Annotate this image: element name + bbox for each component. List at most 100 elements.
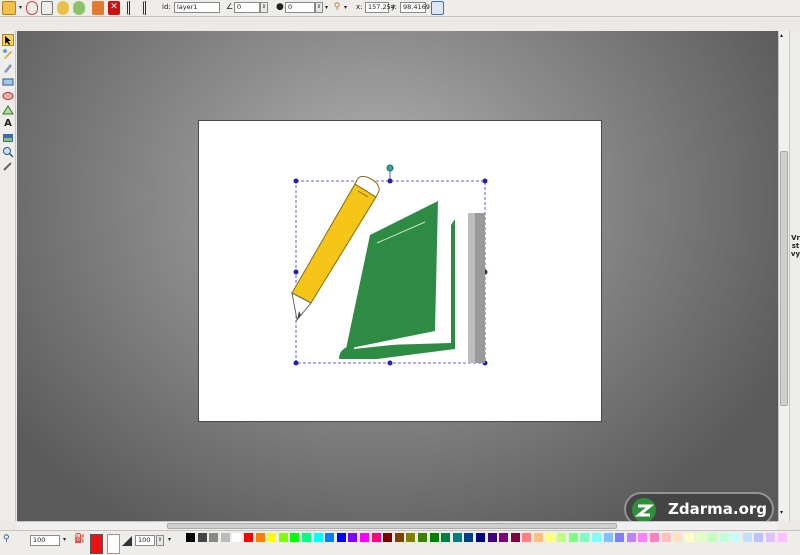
- palette-swatch[interactable]: [371, 533, 381, 542]
- stroke-stepper[interactable]: ⇕: [315, 2, 323, 13]
- scroll-up-icon[interactable]: ▴: [780, 32, 783, 39]
- palette-swatch[interactable]: [742, 533, 752, 542]
- polygon-tool-icon[interactable]: [2, 104, 14, 116]
- palette-swatch[interactable]: [394, 533, 404, 542]
- palette-swatch[interactable]: [673, 533, 683, 542]
- palette-swatch[interactable]: [290, 533, 300, 542]
- palette-swatch[interactable]: [638, 533, 648, 542]
- layers-tab-label[interactable]: Vrstvy: [790, 234, 800, 258]
- ellipse-tool-icon[interactable]: [2, 90, 14, 102]
- zoom-tool-icon[interactable]: [2, 146, 14, 158]
- palette-swatch[interactable]: [255, 533, 265, 542]
- palette-swatch[interactable]: [325, 533, 335, 542]
- vertical-scroll-thumb[interactable]: [780, 151, 788, 406]
- angle-stepper[interactable]: ⇕: [260, 2, 268, 13]
- drawing-canvas[interactable]: [17, 31, 778, 521]
- copy-icon[interactable]: [41, 1, 53, 15]
- chevron-down-icon[interactable]: ▾: [166, 535, 173, 545]
- x-input[interactable]: 157.254: [365, 2, 395, 13]
- stroke-color-swatch[interactable]: [107, 534, 120, 554]
- vertical-scrollbar[interactable]: ▴ ▾: [778, 31, 789, 521]
- pin-icon[interactable]: ⚲: [332, 1, 342, 15]
- horizontal-scrollbar[interactable]: [17, 521, 778, 530]
- artwork[interactable]: [17, 31, 778, 521]
- color-palette[interactable]: [186, 531, 800, 545]
- palette-swatch[interactable]: [696, 533, 706, 542]
- palette-swatch[interactable]: [348, 533, 358, 542]
- rectangle-tool-icon[interactable]: [2, 76, 14, 88]
- palette-swatch[interactable]: [452, 533, 462, 542]
- chevron-down-icon[interactable]: ▾: [342, 3, 349, 13]
- palette-swatch[interactable]: [441, 533, 451, 542]
- palette-swatch[interactable]: [313, 533, 323, 542]
- undo-icon[interactable]: [57, 1, 69, 15]
- palette-swatch[interactable]: [708, 533, 717, 542]
- palette-swatch[interactable]: [568, 533, 578, 542]
- palette-swatch[interactable]: [429, 533, 439, 542]
- palette-swatch[interactable]: [754, 533, 764, 542]
- chevron-down-icon[interactable]: ▾: [61, 535, 68, 545]
- align-icon[interactable]: [127, 1, 139, 15]
- grid-icon[interactable]: [431, 1, 444, 15]
- image-tool-icon[interactable]: [2, 132, 14, 144]
- palette-swatch[interactable]: [580, 533, 590, 542]
- palette-swatch[interactable]: [383, 533, 393, 542]
- palette-swatch[interactable]: [220, 533, 230, 542]
- palette-swatch[interactable]: [406, 533, 416, 542]
- palette-swatch[interactable]: [244, 533, 253, 542]
- node-edit-icon[interactable]: [2, 48, 14, 60]
- scroll-down-icon[interactable]: ▾: [780, 509, 783, 516]
- delete-icon[interactable]: ✕: [108, 1, 120, 15]
- globe-icon[interactable]: [26, 1, 38, 15]
- palette-swatch[interactable]: [510, 533, 520, 542]
- stroke-input[interactable]: 0: [285, 2, 315, 13]
- chevron-down-icon[interactable]: ▾: [323, 3, 330, 13]
- pencil-tool-icon[interactable]: [2, 62, 14, 74]
- palette-swatch[interactable]: [592, 533, 601, 542]
- palette-swatch[interactable]: [487, 533, 497, 542]
- eyedropper-icon[interactable]: [2, 160, 14, 172]
- palette-swatch[interactable]: [719, 533, 729, 542]
- palette-swatch[interactable]: [557, 533, 567, 542]
- palette-swatch[interactable]: [209, 533, 219, 542]
- palette-swatch[interactable]: [777, 533, 787, 542]
- text-tool-icon[interactable]: A: [2, 118, 14, 130]
- palette-swatch[interactable]: [360, 533, 369, 542]
- id-input[interactable]: layer1: [174, 2, 220, 13]
- palette-swatch[interactable]: [336, 533, 346, 542]
- palette-swatch[interactable]: [731, 533, 741, 542]
- palette-swatch[interactable]: [545, 533, 555, 542]
- palette-swatch[interactable]: [267, 533, 277, 542]
- paint-icon[interactable]: [2, 1, 16, 15]
- opacity-stepper[interactable]: ⇕: [156, 535, 164, 546]
- opacity-input[interactable]: 100: [135, 535, 155, 546]
- fill-color-swatch[interactable]: [90, 534, 103, 554]
- chevron-down-icon[interactable]: ▾: [17, 3, 24, 13]
- palette-swatch[interactable]: [626, 533, 636, 542]
- select-arrow-icon[interactable]: [2, 34, 14, 46]
- palette-swatch[interactable]: [615, 533, 625, 542]
- redo-icon[interactable]: [73, 1, 85, 15]
- palette-swatch[interactable]: [603, 533, 613, 542]
- download-icon[interactable]: [92, 1, 104, 15]
- horizontal-scroll-thumb[interactable]: [167, 523, 617, 529]
- palette-swatch[interactable]: [418, 533, 427, 542]
- palette-swatch[interactable]: [232, 533, 242, 542]
- list-icon[interactable]: [143, 1, 155, 15]
- palette-swatch[interactable]: [464, 533, 474, 542]
- palette-swatch[interactable]: [197, 533, 207, 542]
- palette-swatch[interactable]: [476, 533, 485, 542]
- angle-input[interactable]: 0: [234, 2, 260, 13]
- palette-swatch[interactable]: [302, 533, 311, 542]
- palette-swatch[interactable]: [684, 533, 694, 542]
- y-input[interactable]: 98.4169: [400, 2, 430, 13]
- layers-panel-tab[interactable]: Vrstvy: [789, 31, 800, 521]
- palette-swatch[interactable]: [499, 533, 509, 542]
- zoom-input[interactable]: 100: [30, 535, 60, 546]
- palette-swatch[interactable]: [661, 533, 671, 542]
- palette-swatch[interactable]: [534, 533, 543, 542]
- palette-swatch[interactable]: [650, 533, 659, 542]
- palette-swatch[interactable]: [522, 533, 532, 542]
- palette-swatch[interactable]: [766, 533, 775, 542]
- palette-swatch[interactable]: [278, 533, 288, 542]
